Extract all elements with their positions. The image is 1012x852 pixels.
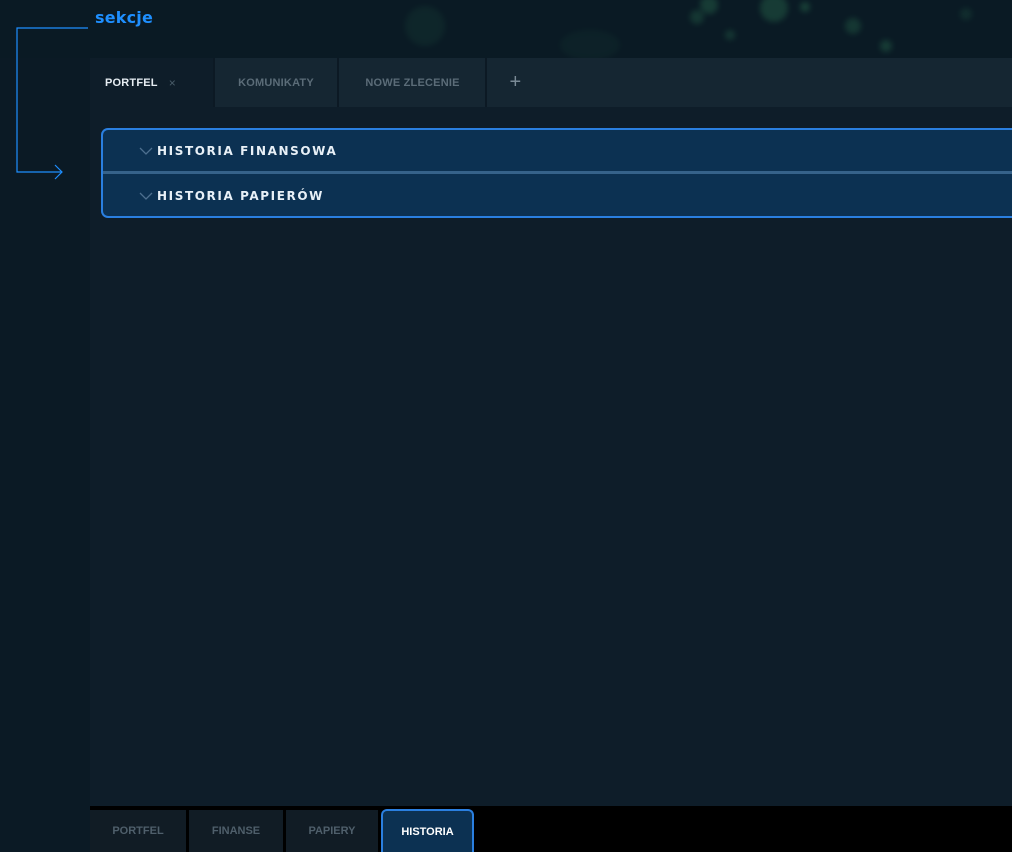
tab-nowe-zlecenie[interactable]: NOWE ZLECENIE (340, 58, 485, 107)
tab-divider (485, 58, 487, 107)
section-label: HISTORIA FINANSOWA (157, 144, 338, 158)
add-tab-button[interactable]: + (488, 58, 543, 107)
section-historia-finansowa[interactable]: HISTORIA FINANSOWA (103, 130, 1012, 172)
bottom-tab-label: PAPIERY (308, 825, 356, 837)
tab-label: NOWE ZLECENIE (365, 76, 460, 89)
tab-label: PORTFEL (105, 76, 158, 89)
bottom-tab-label: HISTORIA (401, 825, 454, 838)
section-label: HISTORIA PAPIERÓW (157, 189, 325, 203)
bottom-tab-portfel[interactable]: PORTFEL (90, 810, 186, 852)
section-divider (103, 171, 1012, 174)
annotation-arrow-icon (16, 27, 88, 180)
bottom-tab-label: FINANSE (211, 825, 261, 837)
tab-portfel[interactable]: PORTFEL × (90, 58, 213, 107)
tab-komunikaty[interactable]: KOMUNIKATY (215, 58, 337, 107)
tab-label: KOMUNIKATY (238, 76, 314, 89)
top-tab-bar: PORTFEL × KOMUNIKATY NOWE ZLECENIE + (90, 58, 1012, 107)
main-panel: PORTFEL × KOMUNIKATY NOWE ZLECENIE + HIS… (90, 58, 1012, 806)
bottom-tab-label: PORTFEL (112, 825, 164, 837)
chevron-down-icon (139, 147, 153, 155)
close-icon[interactable]: × (169, 76, 176, 90)
sections-accordion: HISTORIA FINANSOWA HISTORIA PAPIERÓW (101, 128, 1012, 218)
bottom-tab-finanse[interactable]: FINANSE (189, 810, 283, 852)
bottom-tab-bar: PORTFEL FINANSE PAPIERY HISTORIA (90, 806, 1012, 852)
plus-icon: + (509, 71, 522, 93)
annotation-label: sekcje (95, 8, 154, 27)
app-screen: sekcje PORTFEL × KOMUNIKATY NOWE ZLECENI… (0, 0, 1012, 852)
tab-divider (337, 58, 339, 107)
bottom-tab-historia[interactable]: HISTORIA (381, 809, 474, 852)
section-historia-papierow[interactable]: HISTORIA PAPIERÓW (103, 175, 1012, 216)
chevron-down-icon (139, 192, 153, 200)
bottom-tab-papiery[interactable]: PAPIERY (286, 810, 378, 852)
